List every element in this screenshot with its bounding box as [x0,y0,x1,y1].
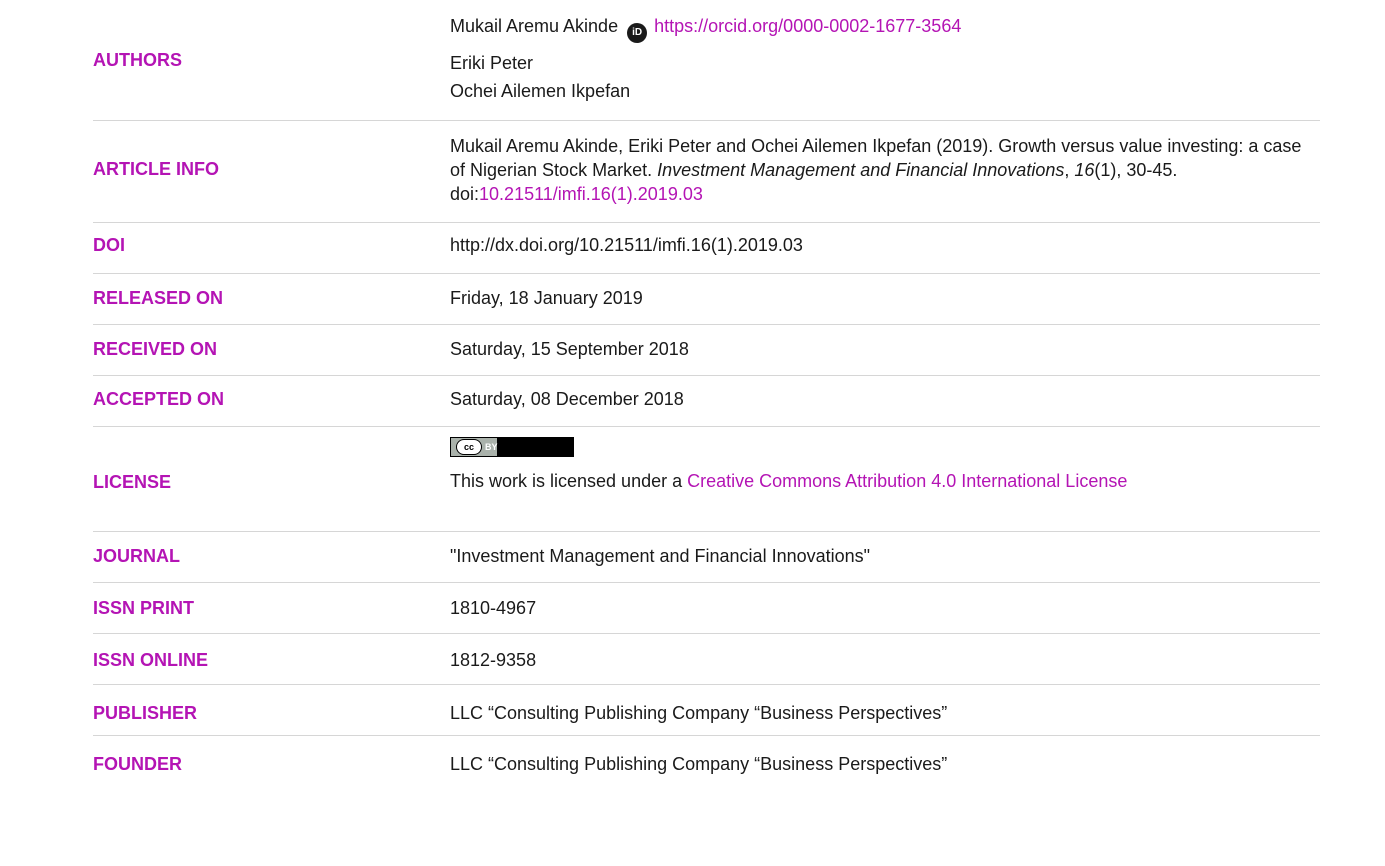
received-on-value: Saturday, 15 September 2018 [450,339,689,359]
cc-icon: cc [456,439,482,455]
license-value: cc BY This work is licensed under a Crea… [450,437,1320,493]
founder-label: FOUNDER [93,754,182,774]
row-publisher: PUBLISHER LLC “Consulting Publishing Com… [0,685,1385,735]
row-issn-online: ISSN ONLINE 1812-9358 [0,634,1385,684]
row-journal: JOURNAL "Investment Management and Finan… [0,532,1385,582]
accepted-on-value: Saturday, 08 December 2018 [450,389,684,409]
authors-label: AUTHORS [93,50,182,70]
row-released-on: RELEASED ON Friday, 18 January 2019 [0,274,1385,324]
orcid-link[interactable]: https://orcid.org/0000-0002-1677-3564 [654,16,961,36]
cc-by-badge[interactable]: cc BY [450,437,574,457]
row-authors: AUTHORS Mukail Aremu Akinde iD https://o… [0,0,1385,120]
founder-value: LLC “Consulting Publishing Company “Busi… [450,754,948,774]
journal-value: "Investment Management and Financial Inn… [450,546,871,566]
doi-value: http://dx.doi.org/10.21511/imfi.16(1).20… [450,235,803,255]
row-received-on: RECEIVED ON Saturday, 15 September 2018 [0,325,1385,375]
doi-label: DOI [93,235,126,255]
author-1: Mukail Aremu Akinde iD https://orcid.org… [450,14,1320,43]
issn-print-label: ISSN PRINT [93,598,195,618]
row-issn-print: ISSN PRINT 1810-4967 [0,583,1385,633]
journal-label: JOURNAL [93,546,181,566]
citation-sep: , [1064,160,1075,180]
author-2: Eriki Peter [450,53,534,73]
publisher-value: LLC “Consulting Publishing Company “Busi… [450,703,948,723]
article-info-value: Mukail Aremu Akinde, Eriki Peter and Och… [450,134,1320,206]
orcid-icon[interactable]: iD [627,23,648,43]
issn-online-value: 1812-9358 [450,650,537,670]
issn-print-value: 1810-4967 [450,598,537,618]
author-3: Ochei Ailemen Ikpefan [450,81,631,101]
row-accepted-on: ACCEPTED ON Saturday, 08 December 2018 [0,376,1385,426]
row-founder: FOUNDER LLC “Consulting Publishing Compa… [0,736,1385,786]
issn-online-label: ISSN ONLINE [93,650,209,670]
author-1-name: Mukail Aremu Akinde [450,16,619,36]
row-doi: DOI http://dx.doi.org/10.21511/imfi.16(1… [0,223,1385,273]
article-info-label: ARTICLE INFO [93,159,219,179]
license-link[interactable]: Creative Commons Attribution 4.0 Interna… [687,471,1127,491]
by-icon: BY [485,442,498,452]
citation-doi-link[interactable]: 10.21511/imfi.16(1).2019.03 [479,184,703,204]
license-label: LICENSE [93,472,172,492]
row-article-info: ARTICLE INFO Mukail Aremu Akinde, Eriki … [0,121,1385,221]
received-on-label: RECEIVED ON [93,339,218,359]
publisher-label: PUBLISHER [93,703,198,723]
released-on-label: RELEASED ON [93,288,224,308]
released-on-value: Friday, 18 January 2019 [450,288,643,308]
authors-value: Mukail Aremu Akinde iD https://orcid.org… [450,14,1320,103]
accepted-on-label: ACCEPTED ON [93,389,225,409]
citation-journal: Investment Management and Financial Inno… [657,160,1065,180]
citation-volume: 16 [1074,160,1095,180]
row-license: LICENSE cc BY This work is licensed unde… [0,427,1385,531]
license-text: This work is licensed under a Creative C… [450,469,1320,493]
license-text-prefix: This work is licensed under a [450,471,688,491]
